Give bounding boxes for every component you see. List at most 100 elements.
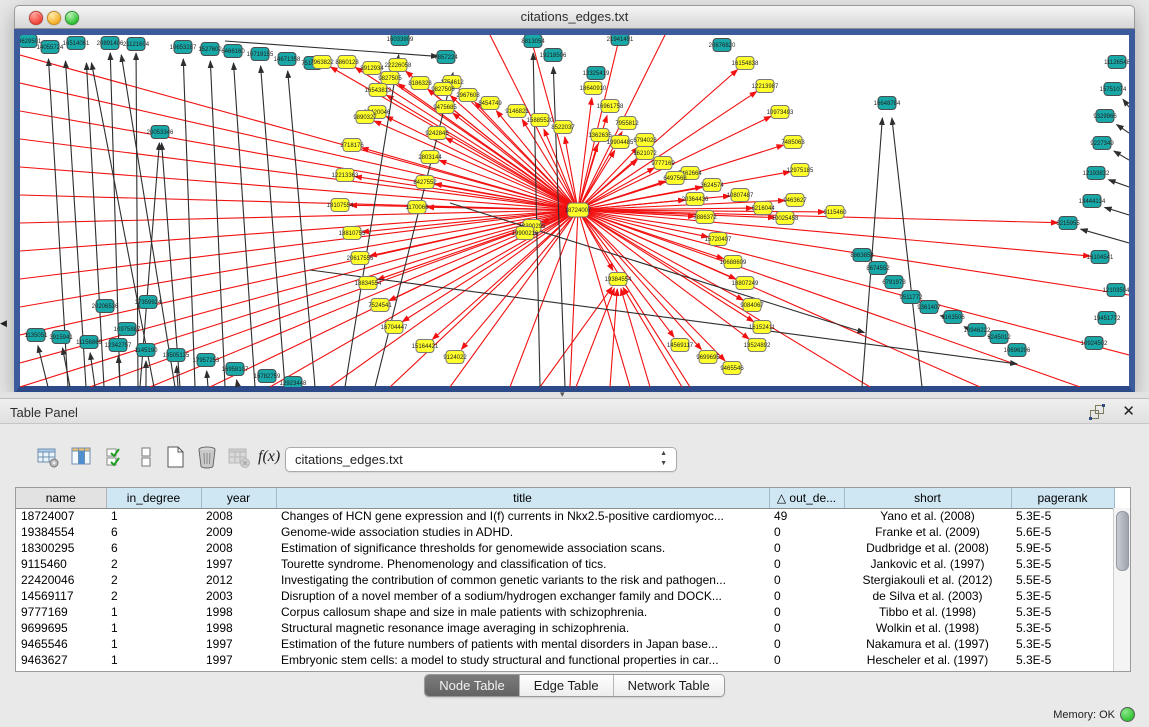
column-header-name[interactable]: name bbox=[16, 488, 106, 508]
citation-edge-black[interactable] bbox=[345, 55, 399, 387]
citation-edge-black[interactable] bbox=[177, 366, 178, 387]
graph-node[interactable]: 11156869 bbox=[76, 336, 102, 349]
citation-edge-black[interactable] bbox=[892, 118, 922, 387]
delete-table-icon[interactable] bbox=[195, 445, 221, 471]
graph-node[interactable]: 12213987 bbox=[752, 80, 779, 93]
graph-node[interactable]: 21941491 bbox=[607, 35, 634, 46]
citation-edge-black[interactable] bbox=[1117, 125, 1129, 133]
function-builder-icon[interactable]: f(x) bbox=[258, 448, 284, 474]
citation-edge-black[interactable] bbox=[1081, 229, 1129, 243]
citation-edge-black[interactable] bbox=[1114, 151, 1129, 160]
graph-node[interactable]: 1621072 bbox=[633, 147, 657, 160]
graph-node[interactable]: 20206536 bbox=[92, 300, 119, 313]
graph-node[interactable]: 13505135 bbox=[163, 349, 190, 362]
graph-node[interactable]: 10975887 bbox=[114, 323, 141, 336]
graph-node[interactable]: 15164421 bbox=[412, 340, 439, 353]
graph-node[interactable]: 17957253 bbox=[193, 354, 220, 367]
graph-node[interactable]: 6216044 bbox=[751, 202, 775, 215]
citation-edge-black[interactable] bbox=[207, 371, 208, 387]
graph-node[interactable]: 21121604 bbox=[123, 38, 150, 51]
graph-node[interactable]: 7857224 bbox=[434, 51, 458, 64]
graph-node[interactable]: 1145190 bbox=[135, 344, 159, 357]
citation-edge-red[interactable] bbox=[20, 210, 578, 387]
graph-node[interactable]: 1135051 bbox=[25, 329, 49, 342]
citation-edge-red[interactable] bbox=[570, 210, 578, 387]
table-row[interactable]: 969969511998Structural magnetic resonanc… bbox=[16, 620, 1114, 636]
graph-node[interactable]: 2803144 bbox=[418, 151, 442, 164]
graph-node[interactable]: 8860128 bbox=[335, 56, 359, 69]
graph-node[interactable]: 2967608 bbox=[456, 89, 480, 102]
citation-edge-red[interactable] bbox=[20, 55, 578, 210]
graph-node[interactable]: 20053346 bbox=[147, 126, 174, 139]
column-header-short[interactable]: short bbox=[844, 488, 1011, 508]
graph-node[interactable]: 9361407 bbox=[917, 301, 941, 314]
graph-node[interactable]: 18640910 bbox=[580, 82, 607, 95]
table-settings-icon[interactable] bbox=[36, 445, 62, 471]
graph-node[interactable]: 13524892 bbox=[744, 339, 771, 352]
graph-node[interactable]: 9227349 bbox=[1090, 137, 1114, 150]
node-attribute-grid[interactable]: namein_degreeyeartitle△ out_de...shortpa… bbox=[16, 488, 1115, 668]
table-row[interactable]: 911546021997Tourette syndrome. Phenomeno… bbox=[16, 556, 1114, 572]
citation-edge-red[interactable] bbox=[402, 210, 578, 322]
graph-node[interactable]: 16704447 bbox=[381, 321, 408, 334]
graph-node[interactable]: 16154838 bbox=[732, 57, 759, 70]
column-header-year[interactable]: year bbox=[201, 488, 276, 508]
graph-node[interactable]: 9511772 bbox=[900, 291, 924, 304]
graph-node[interactable]: 6794028 bbox=[633, 134, 657, 147]
graph-node[interactable]: 16514061 bbox=[63, 37, 90, 50]
memory-status-icon[interactable] bbox=[1120, 707, 1135, 722]
row-height-icon[interactable] bbox=[134, 445, 160, 471]
graph-node[interactable]: 1170066 bbox=[406, 201, 430, 214]
graph-node[interactable]: 8427552 bbox=[413, 176, 437, 189]
graph-node[interactable]: 9465546 bbox=[720, 362, 744, 375]
column-header-out_de[interactable]: △ out_de... bbox=[769, 488, 844, 508]
citation-edge-black[interactable] bbox=[234, 63, 255, 387]
table-row[interactable]: 977716911998Corpus callosum shape and si… bbox=[16, 604, 1114, 620]
graph-node[interactable]: 9242845 bbox=[425, 127, 449, 140]
citation-edge-red[interactable] bbox=[389, 210, 578, 301]
select-column-icon[interactable] bbox=[70, 445, 96, 471]
network-view-window[interactable]: citations_edges.txt 19629501140557241651… bbox=[14, 5, 1135, 392]
close-icon[interactable]: ✕ bbox=[1122, 402, 1135, 420]
citation-edge-black[interactable] bbox=[1105, 207, 1129, 215]
graph-node[interactable]: 8454749 bbox=[478, 97, 502, 110]
graph-node[interactable]: 14569117 bbox=[667, 339, 694, 352]
graph-node[interactable]: 10696206 bbox=[1004, 344, 1031, 357]
graph-node[interactable]: 9777169 bbox=[651, 157, 675, 170]
column-header-title[interactable]: title bbox=[276, 488, 769, 508]
citation-edge-black[interactable] bbox=[1109, 180, 1129, 187]
graph-node[interactable]: 3624574 bbox=[700, 179, 724, 192]
graph-node[interactable]: 16104541 bbox=[1087, 251, 1114, 264]
graph-node[interactable]: 16961758 bbox=[597, 100, 624, 113]
column-header-in_degree[interactable]: in_degree bbox=[106, 488, 201, 508]
select-rows-check-icon[interactable] bbox=[104, 445, 130, 471]
graph-node[interactable]: 2718176 bbox=[340, 139, 364, 152]
new-table-icon[interactable] bbox=[163, 445, 189, 471]
graph-node[interactable]: 20891406 bbox=[97, 37, 124, 50]
graph-node[interactable]: 1527602 bbox=[198, 43, 222, 56]
graph-node[interactable]: 15751074 bbox=[1100, 83, 1127, 96]
graph-node[interactable]: 17359924 bbox=[135, 296, 162, 309]
collapse-left-arrow-icon[interactable]: ◀ bbox=[0, 318, 7, 329]
graph-node[interactable]: 14055724 bbox=[37, 41, 64, 54]
citation-edge-red[interactable] bbox=[576, 288, 614, 387]
citation-edge-black[interactable] bbox=[183, 59, 195, 387]
attribute-table[interactable]: namein_degreeyeartitle△ out_de...shortpa… bbox=[15, 487, 1131, 672]
graph-node[interactable]: 9245012 bbox=[987, 331, 1011, 344]
graph-node[interactable]: 18724007 bbox=[565, 203, 592, 217]
graph-node[interactable]: 9163506 bbox=[941, 311, 965, 324]
graph-node[interactable]: 8912934 bbox=[360, 62, 384, 75]
graph-node[interactable]: 11126548 bbox=[1104, 56, 1129, 69]
citation-edge-red[interactable] bbox=[90, 210, 578, 387]
table-row[interactable]: 946362711997Embryonic stem cells: a mode… bbox=[16, 652, 1114, 668]
graph-node[interactable]: 9115460 bbox=[824, 206, 848, 219]
tab-network-table[interactable]: Network Table bbox=[614, 675, 724, 696]
citation-edge-black[interactable] bbox=[90, 353, 95, 387]
citation-edge-red[interactable] bbox=[390, 210, 578, 387]
graph-node[interactable]: 8813054 bbox=[521, 35, 545, 48]
graph-node[interactable]: 9463627 bbox=[783, 194, 807, 207]
network-canvas[interactable]: 1962950114055724165140612089140621121604… bbox=[20, 35, 1129, 387]
table-scrollbar[interactable] bbox=[1113, 508, 1130, 671]
graph-node[interactable]: 10025458 bbox=[772, 212, 799, 225]
graph-node[interactable]: 7963822 bbox=[310, 56, 334, 69]
